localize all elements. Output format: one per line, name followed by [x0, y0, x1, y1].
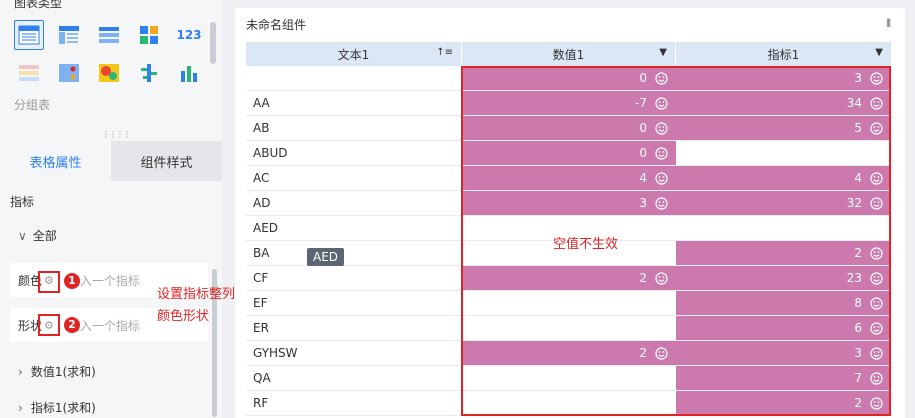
- sub-item-label: 数值1(求和): [30, 365, 96, 379]
- cell-text: CF: [253, 271, 269, 285]
- cell-text: ABUD: [253, 146, 288, 160]
- table-header: 文本1 ↑≡ 数值1 ▼ 指标1 ▼: [246, 42, 891, 66]
- sub-item-value1[interactable]: › 数值1(求和): [18, 363, 96, 380]
- all-label: 全部: [32, 229, 57, 243]
- chevron-right-icon: ›: [18, 401, 23, 415]
- dot-table-icon[interactable]: [54, 58, 84, 88]
- caret-down-icon[interactable]: ▼: [659, 47, 667, 58]
- grouped-table-icon[interactable]: [54, 20, 84, 50]
- cell-text: RF: [253, 396, 269, 410]
- chart-type-label: 分组表: [14, 98, 51, 112]
- cell-text: [246, 66, 462, 90]
- cell-text: QA: [253, 371, 271, 385]
- cell-text: AC: [253, 171, 270, 185]
- heatmap-grid-icon[interactable]: [134, 20, 164, 50]
- component-title: 未命名组件: [246, 18, 307, 32]
- all-metrics-toggle[interactable]: ∨ 全部: [18, 227, 57, 244]
- tooltip: AED: [307, 248, 345, 266]
- chevron-right-icon: ›: [18, 365, 23, 379]
- sub-item-label: 指标1(求和): [30, 401, 96, 415]
- step-badge-1: 1: [64, 273, 80, 289]
- header-label: 文本1: [337, 47, 370, 62]
- left-panel: 图表类型 123 分组表 ⋮⋮⋮⋮ 表格属性 组件样式 指标 ∨ 全部 颜色 ⚙…: [0, 0, 222, 418]
- cell-text: BA: [253, 246, 270, 260]
- cross-table-icon[interactable]: [94, 20, 124, 50]
- highlight-outline: [461, 66, 891, 416]
- tab-table-properties[interactable]: 表格属性: [0, 141, 111, 181]
- table-icon[interactable]: [14, 20, 44, 50]
- header-label: 指标1: [767, 47, 800, 62]
- column-header-value1[interactable]: 数值1 ▼: [462, 42, 676, 66]
- cell-text: AED: [253, 221, 279, 235]
- highlight-box: [38, 271, 60, 293]
- property-tabs: 表格属性 组件样式: [0, 141, 222, 181]
- column-width-icon[interactable]: ⦀: [886, 17, 891, 31]
- column-header-text1[interactable]: 文本1 ↑≡: [246, 42, 462, 66]
- empty-value-note: 空值不生效: [553, 237, 619, 252]
- number-icon[interactable]: 123: [174, 20, 204, 50]
- number-icon-text: 123: [176, 28, 202, 42]
- heat-map-icon[interactable]: [94, 58, 124, 88]
- resize-grip-icon[interactable]: ⋮⋮⋮⋮: [102, 130, 131, 139]
- cell-text: AB: [253, 121, 270, 135]
- highlight-box: [38, 314, 60, 336]
- chevron-down-icon: ∨: [18, 229, 27, 243]
- cell-text: AD: [253, 196, 271, 210]
- cell-text: EF: [253, 296, 268, 310]
- bar-cluster-icon[interactable]: [134, 58, 164, 88]
- chart-type-scrollbar[interactable]: [210, 22, 216, 64]
- cell-text: ER: [253, 321, 269, 335]
- tab-component-style[interactable]: 组件样式: [111, 141, 222, 181]
- header-label: 数值1: [552, 47, 585, 62]
- chart-type-grid: 123: [14, 20, 204, 96]
- metric-section-title: 指标: [10, 195, 35, 209]
- column-chart-icon[interactable]: [174, 58, 204, 88]
- sort-icon[interactable]: ↑≡: [436, 47, 453, 58]
- column-header-metric1[interactable]: 指标1 ▼: [676, 42, 891, 66]
- step-badge-2: 2: [64, 317, 80, 333]
- cell-text: AA: [253, 96, 270, 110]
- sub-item-metric1[interactable]: › 指标1(求和): [18, 399, 96, 416]
- component-panel: 未命名组件 ⦀ 文本1 ↑≡ 数值1 ▼ 指标1 ▼ 0 3 AA -7 34 AB 0 5 A…: [235, 8, 905, 418]
- small-multiples-icon[interactable]: [14, 58, 44, 88]
- chart-type-title: 图表类型: [14, 0, 63, 10]
- caret-down-icon[interactable]: ▼: [875, 47, 883, 58]
- cell-text: GYHSW: [253, 346, 298, 360]
